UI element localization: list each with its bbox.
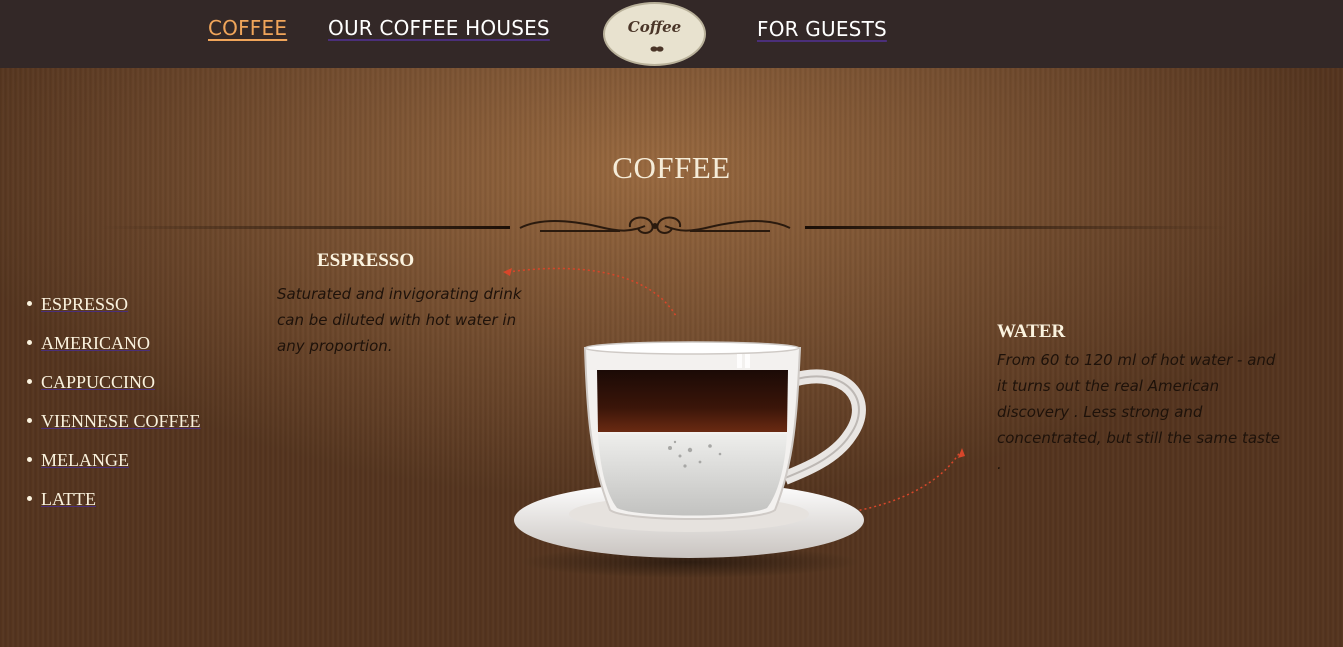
- nav-for-guests[interactable]: FOR GUESTS: [757, 17, 887, 41]
- menu-link-americano[interactable]: AMERICANO: [41, 333, 150, 353]
- espresso-cup-illustration: [514, 341, 866, 578]
- list-item: CAPPUCCINO: [24, 368, 201, 407]
- list-item: LATTE: [24, 485, 201, 524]
- list-item: AMERICANO: [24, 329, 201, 368]
- page-title: COFFEE: [612, 150, 731, 185]
- coffee-types-list: ESPRESSO AMERICANO CAPPUCCINO VIENNESE C…: [24, 290, 201, 524]
- logo-text: Coffee: [627, 18, 682, 36]
- list-item: VIENNESE COFFEE: [24, 407, 201, 446]
- menu-link-espresso[interactable]: ESPRESSO: [41, 294, 128, 314]
- nav-coffee[interactable]: COFFEE: [208, 16, 287, 40]
- menu-link-viennese-coffee[interactable]: VIENNESE COFFEE: [41, 411, 201, 431]
- menu-link-melange[interactable]: MELANGE: [41, 450, 129, 470]
- water-description: From 60 to 120 ml of hot water - and it …: [997, 351, 1280, 473]
- nav-our-coffee-houses[interactable]: OUR COFFEE HOUSES: [328, 16, 550, 40]
- list-item: ESPRESSO: [24, 290, 201, 329]
- menu-link-cappuccino[interactable]: CAPPUCCINO: [41, 372, 155, 392]
- list-item: MELANGE: [24, 446, 201, 485]
- top-navigation-bar: COFFEE OUR COFFEE HOUSES Coffee FOR GUES…: [0, 0, 1343, 68]
- espresso-description: Saturated and invigorating drink can be …: [277, 285, 522, 355]
- water-heading: WATER: [997, 321, 1066, 342]
- coffee-bean-icon: [650, 46, 664, 52]
- menu-link-latte[interactable]: LATTE: [41, 489, 96, 509]
- espresso-heading: ESPRESSO: [317, 250, 415, 271]
- ornamental-divider: [100, 216, 1230, 234]
- coffee-logo[interactable]: Coffee: [603, 2, 706, 66]
